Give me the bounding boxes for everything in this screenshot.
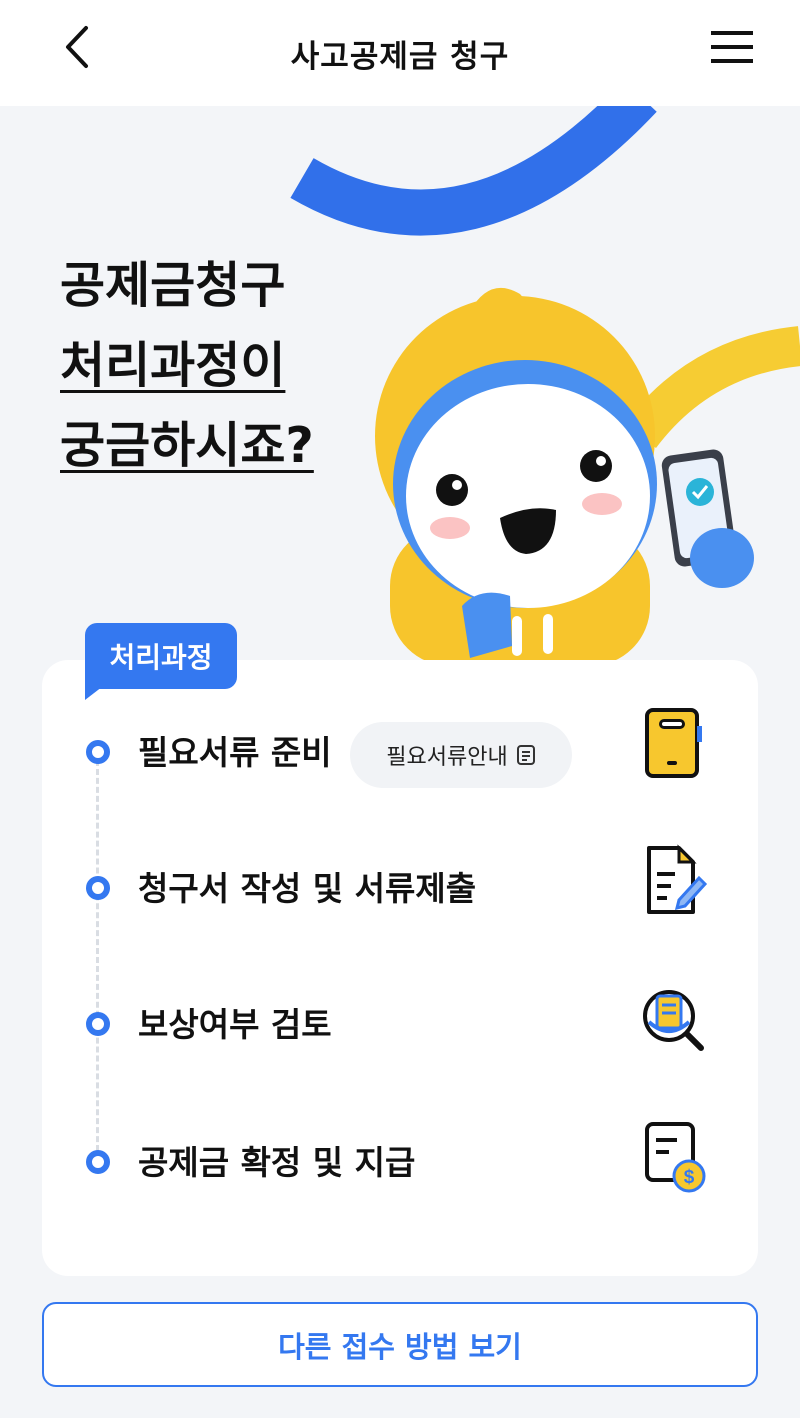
back-button[interactable] (52, 22, 102, 72)
step-dot (86, 876, 110, 900)
hero-headline: 공제금청구 처리과정이 궁금하시죠? (60, 246, 314, 486)
document-list-icon (516, 745, 535, 765)
step-dot (86, 1012, 110, 1036)
menu-button[interactable] (706, 22, 758, 72)
step-label: 필요서류 준비 (138, 733, 332, 772)
required-documents-guide-button[interactable]: 필요서류안내 (350, 722, 572, 788)
hero-line-3: 궁금하시죠? (60, 417, 314, 474)
hamburger-menu-icon (711, 31, 753, 63)
document-payment-icon: $ (645, 1122, 706, 1193)
step-dot (86, 1150, 110, 1174)
step-claim-submission: 청구서 작성 및 서류제출 (84, 844, 724, 956)
step-payment: 공제금 확정 및 지급 $ (84, 1122, 724, 1230)
page-title: 사고공제금 청구 (290, 38, 510, 75)
chevron-left-icon (66, 26, 88, 68)
guide-button-label: 필요서류안내 (386, 745, 508, 770)
timeline-connector (96, 760, 99, 1160)
hero-banner: 공제금청구 처리과정이 궁금하시죠? (0, 106, 800, 666)
hero-line-2: 처리과정이 (60, 337, 286, 394)
step-compensation-review: 보상여부 검토 (84, 990, 724, 1092)
hero-line-1: 공제금청구 (60, 257, 286, 314)
phone-document-icon (645, 708, 702, 778)
document-edit-icon (647, 844, 708, 914)
magnifier-review-icon (643, 990, 704, 1051)
top-app-bar: 사고공제금 청구 (0, 0, 800, 106)
step-label: 보상여부 검토 (138, 1005, 332, 1044)
step-label: 청구서 작성 및 서류제출 (138, 869, 477, 908)
other-methods-button[interactable]: 다른 접수 방법 보기 (42, 1302, 758, 1387)
step-dot (86, 740, 110, 764)
process-tag: 처리과정 (85, 623, 237, 689)
svg-text:$: $ (684, 1167, 695, 1188)
step-label: 공제금 확정 및 지급 (138, 1143, 416, 1182)
